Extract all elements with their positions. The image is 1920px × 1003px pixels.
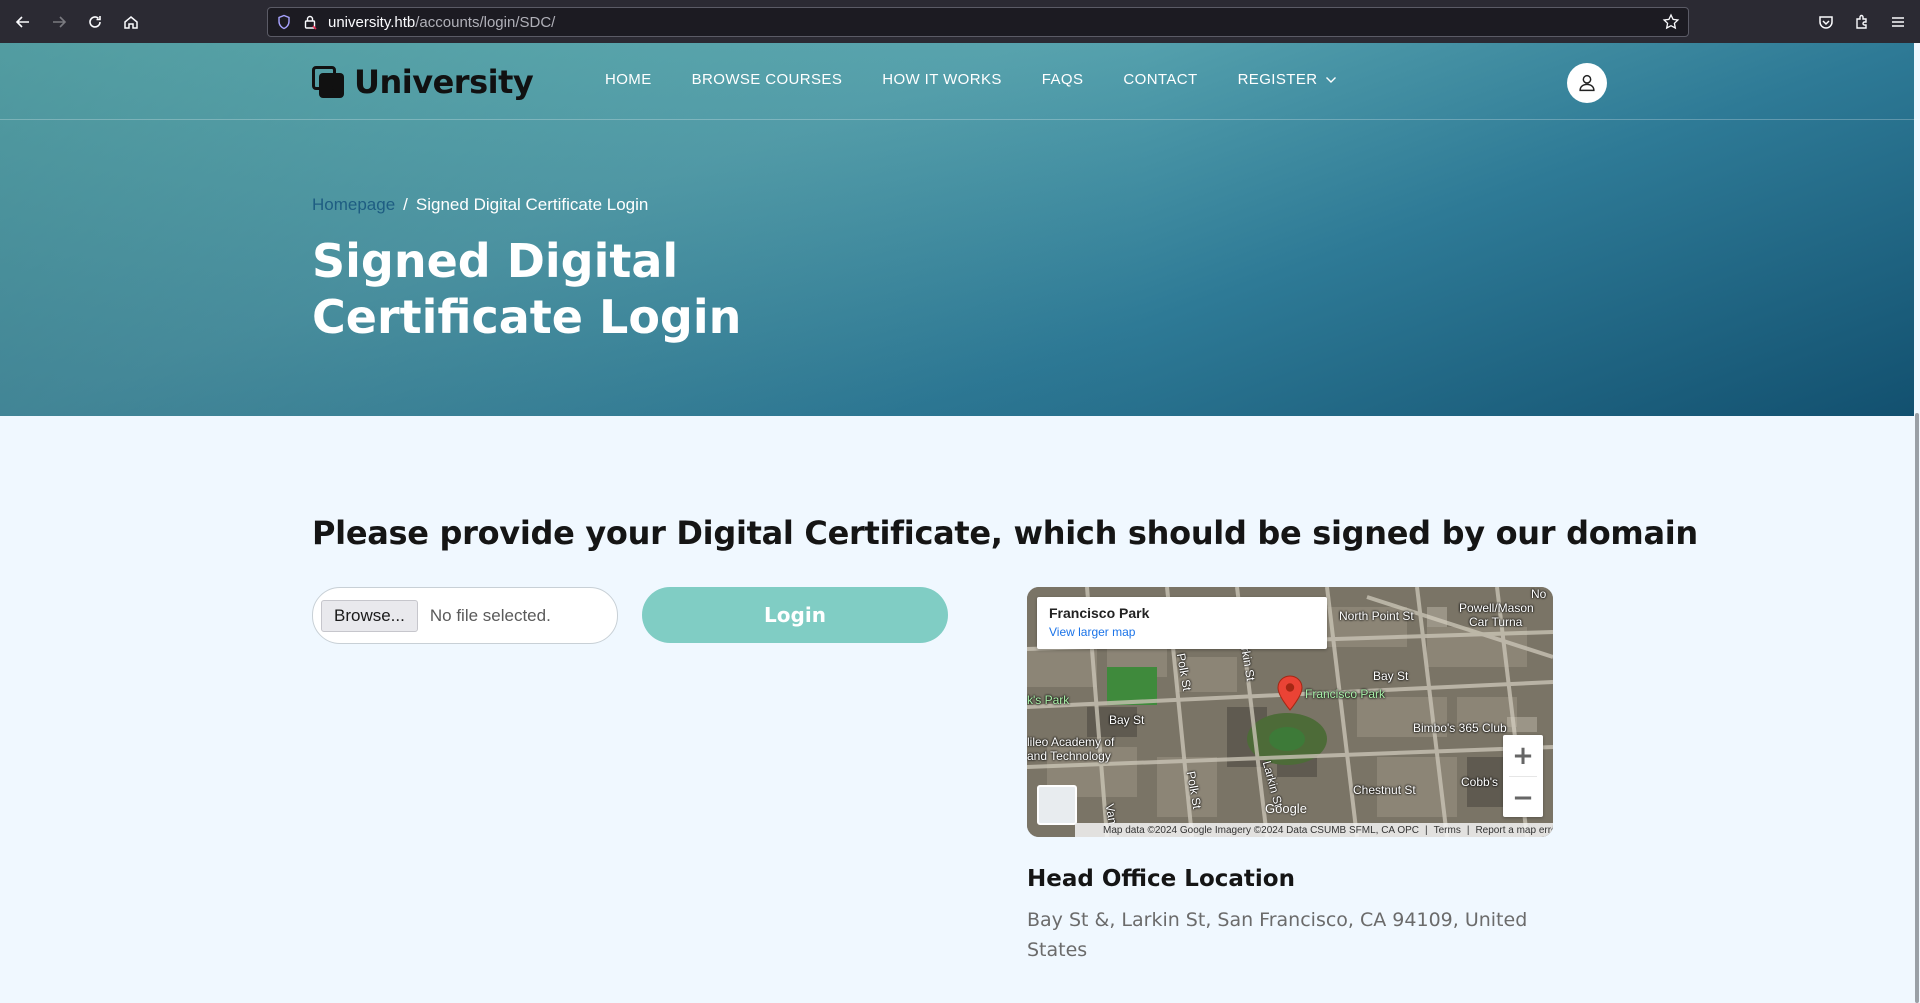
google-map[interactable]: North Point St Powell/Mason Car Turna No… <box>1027 587 1553 837</box>
hero-section: University HOME BROWSE COURSES HOW IT WO… <box>0 43 1920 416</box>
home-icon <box>124 15 138 29</box>
map-label-bimbo: Bimbo's 365 Club <box>1413 721 1507 735</box>
login-button[interactable]: Login <box>642 587 948 643</box>
pocket-icon <box>1819 15 1833 29</box>
logo-icon <box>312 66 344 98</box>
breadcrumb: Homepage / Signed Digital Certificate Logi… <box>312 195 648 215</box>
map-label-galileo-1: lileo Academy of <box>1027 735 1115 749</box>
map-place-title: Francisco Park <box>1049 605 1150 621</box>
map-pin-icon[interactable] <box>1277 675 1303 711</box>
nav-browse-courses[interactable]: BROWSE COURSES <box>692 71 843 88</box>
page-title: Signed Digital Certificate Login <box>312 234 742 344</box>
hamburger-menu-icon <box>1892 16 1904 27</box>
chevron-down-icon <box>1326 76 1337 83</box>
user-icon <box>1579 74 1595 92</box>
user-account-button[interactable] <box>1567 63 1607 103</box>
address-bar[interactable]: university.htb/accounts/login/SDC/ <box>267 7 1689 37</box>
nav-register-label: REGISTER <box>1237 71 1318 88</box>
map-terms-link[interactable]: Terms <box>1434 825 1461 836</box>
reload-icon <box>89 15 101 28</box>
browser-toolbar: university.htb/accounts/login/SDC/ <box>0 0 1920 43</box>
lock-icon[interactable] <box>302 14 318 30</box>
browse-button[interactable]: Browse... <box>321 599 418 632</box>
nav-home[interactable]: HOME <box>605 71 652 88</box>
app-menu-button[interactable] <box>1880 4 1916 40</box>
map-place-card: Francisco Park View larger map <box>1037 597 1327 649</box>
extensions-button[interactable] <box>1844 4 1880 40</box>
map-label-car-turn: Car Turna <box>1469 615 1523 629</box>
nav-how-it-works[interactable]: HOW IT WORKS <box>882 71 1002 88</box>
arrow-left-icon <box>15 15 29 28</box>
certificate-file-input[interactable]: Browse... No file selected. <box>312 587 618 644</box>
star-icon[interactable] <box>1662 13 1680 31</box>
extensions-icon <box>1856 14 1867 29</box>
map-label-bay-st-left: Bay St <box>1109 713 1145 727</box>
map-label-bay-st-right: Bay St <box>1373 669 1409 683</box>
map-label-galileo-2: and Technology <box>1027 749 1111 763</box>
map-label-cobbs: Cobb's <box>1461 775 1498 789</box>
arrow-right-icon <box>53 15 67 28</box>
url-text: university.htb/accounts/login/SDC/ <box>328 13 556 31</box>
map-label-chestnut: Chestnut St <box>1353 783 1416 797</box>
map-label-ne: No <box>1531 587 1547 601</box>
reload-button[interactable] <box>77 4 113 40</box>
breadcrumb-separator: / <box>403 195 408 214</box>
back-button[interactable] <box>5 4 41 40</box>
map-zoom-control: + − <box>1503 735 1543 817</box>
zoom-out-button[interactable]: − <box>1503 777 1543 818</box>
nav-register[interactable]: REGISTER <box>1238 71 1338 88</box>
scrollbar-thumb[interactable] <box>1915 413 1919 1003</box>
file-status-text: No file selected. <box>429 605 551 625</box>
map-footer: Map data ©2024 Google Imagery ©2024 Data… <box>1075 823 1553 837</box>
office-address: Bay St &, Larkin St, San Francisco, CA 9… <box>1027 909 1528 961</box>
map-label-north-point: North Point St <box>1339 609 1414 623</box>
home-button[interactable] <box>113 4 149 40</box>
shield-icon[interactable] <box>276 14 292 30</box>
zoom-in-button[interactable]: + <box>1503 735 1543 776</box>
page-scrollbar[interactable] <box>1914 43 1920 1003</box>
view-larger-map-link[interactable]: View larger map <box>1049 625 1315 639</box>
office-location-title: Head Office Location <box>1027 866 1295 892</box>
map-attribution: Map data ©2024 Google Imagery ©2024 Data… <box>1103 824 1419 836</box>
site-logo[interactable]: University <box>312 63 534 101</box>
map-report-error-link[interactable]: Report a map error <box>1475 825 1553 836</box>
map-label-ks-park: k's Park <box>1027 693 1070 707</box>
form-heading: Please provide your Digital Certificate,… <box>312 514 1698 552</box>
breadcrumb-current: Signed Digital Certificate Login <box>415 195 649 214</box>
breadcrumb-home-link[interactable]: Homepage <box>312 195 395 214</box>
nav-faqs[interactable]: FAQS <box>1042 71 1084 88</box>
map-label-powell: Powell/Mason <box>1459 601 1534 615</box>
pocket-button[interactable] <box>1808 4 1844 40</box>
map-label-francisco-park: Francisco Park <box>1305 687 1386 701</box>
main-menu: HOME BROWSE COURSES HOW IT WORKS FAQS CO… <box>605 71 1377 88</box>
logo-text: University <box>354 63 534 101</box>
google-logo: Google <box>1265 801 1307 816</box>
map-type-toggle[interactable] <box>1037 785 1077 825</box>
site-header: University HOME BROWSE COURSES HOW IT WO… <box>0 43 1920 120</box>
nav-contact[interactable]: CONTACT <box>1123 71 1197 88</box>
forward-button[interactable] <box>41 4 77 40</box>
